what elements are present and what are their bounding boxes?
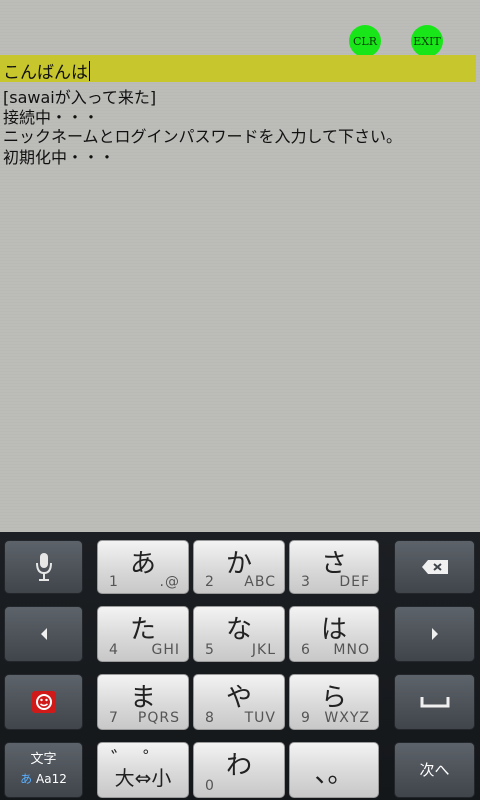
key-number: 5 [205,642,214,658]
key-alpha: DEF [339,574,370,590]
key-number: 2 [205,574,214,590]
key-alpha: MNO [333,642,370,658]
key-number: 3 [301,574,310,590]
top-bar: CLR EXIT [0,0,480,57]
arrow-right-icon [431,628,438,640]
next-label: 次へ [419,761,450,779]
key-alpha: GHI [151,642,180,658]
key-alpha: JKL [251,642,276,658]
key-kana: ら [320,683,347,713]
space-icon [420,697,449,708]
key-wa-row[interactable]: わ 0 [193,742,285,798]
chat-message: 初期化中・・・ [3,148,116,167]
space-key[interactable] [394,674,475,730]
message-input[interactable]: こんばんは [0,55,476,83]
cursor-left-key[interactable] [4,606,83,662]
key-alpha: .@ [159,574,180,590]
backspace-key[interactable] [394,540,475,594]
key-alpha: ABC [244,574,276,590]
key-number: 4 [109,642,118,658]
key-number: 9 [301,710,310,726]
key-kana: 、。 [314,759,354,789]
key-a-row[interactable]: あ 1 .@ [97,540,189,594]
key-sa-row[interactable]: さ 3 DEF [289,540,379,594]
next-key[interactable]: 次へ [394,742,475,798]
emoji-key[interactable] [4,674,83,730]
case-toggle-label: 大⇔小 [114,766,172,790]
key-alpha: WXYZ [324,710,370,726]
cursor-right-key[interactable] [394,606,475,662]
input-mode-options: あ Aa12 [20,770,67,787]
exit-button[interactable]: EXIT [411,25,443,57]
clear-button[interactable]: CLR [349,25,381,57]
backspace-icon [421,560,448,574]
key-kana: な [225,615,252,645]
key-number: 6 [301,642,310,658]
key-number: 1 [109,574,118,590]
key-alpha: TUV [244,710,276,726]
key-kana: は [320,615,347,645]
key-number: 0 [205,778,214,794]
chat-area: CLR EXIT こんばんは [sawaiが入って来た] 接続中・・・ ニックネ… [0,0,480,532]
microphone-icon [35,553,52,581]
key-punctuation[interactable]: 、。 [289,742,379,798]
key-ra-row[interactable]: ら 9 WXYZ [289,674,379,730]
key-number: 7 [109,710,118,726]
key-number: 8 [205,710,214,726]
dakuten-case-key[interactable]: ゛゜ 大⇔小 [97,742,189,798]
input-mode-key[interactable]: 文字 あ Aa12 [4,742,83,798]
key-kana: ま [129,683,156,713]
key-ya-row[interactable]: や 8 TUV [193,674,285,730]
key-na-row[interactable]: な 5 JKL [193,606,285,662]
software-keyboard: あ 1 .@ か 2 ABC さ 3 DEF た 4 GHI な 5 JKL は… [0,532,480,800]
key-kana: や [225,683,252,713]
key-kana: た [129,615,156,645]
key-ta-row[interactable]: た 4 GHI [97,606,189,662]
arrow-left-icon [40,628,47,640]
key-alpha: PQRS [137,710,180,726]
message-input-value: こんばんは [3,61,90,83]
key-ka-row[interactable]: か 2 ABC [193,540,285,594]
text-caret [89,61,90,81]
key-kana: わ [225,751,252,781]
key-ha-row[interactable]: は 6 MNO [289,606,379,662]
voice-input-key[interactable] [4,540,83,594]
key-ma-row[interactable]: ま 7 PQRS [97,674,189,730]
mode-alnum: Aa12 [36,772,67,786]
mode-hiragana: あ [20,772,33,786]
emoji-face-icon [31,691,56,713]
input-mode-label: 文字 [30,752,57,767]
